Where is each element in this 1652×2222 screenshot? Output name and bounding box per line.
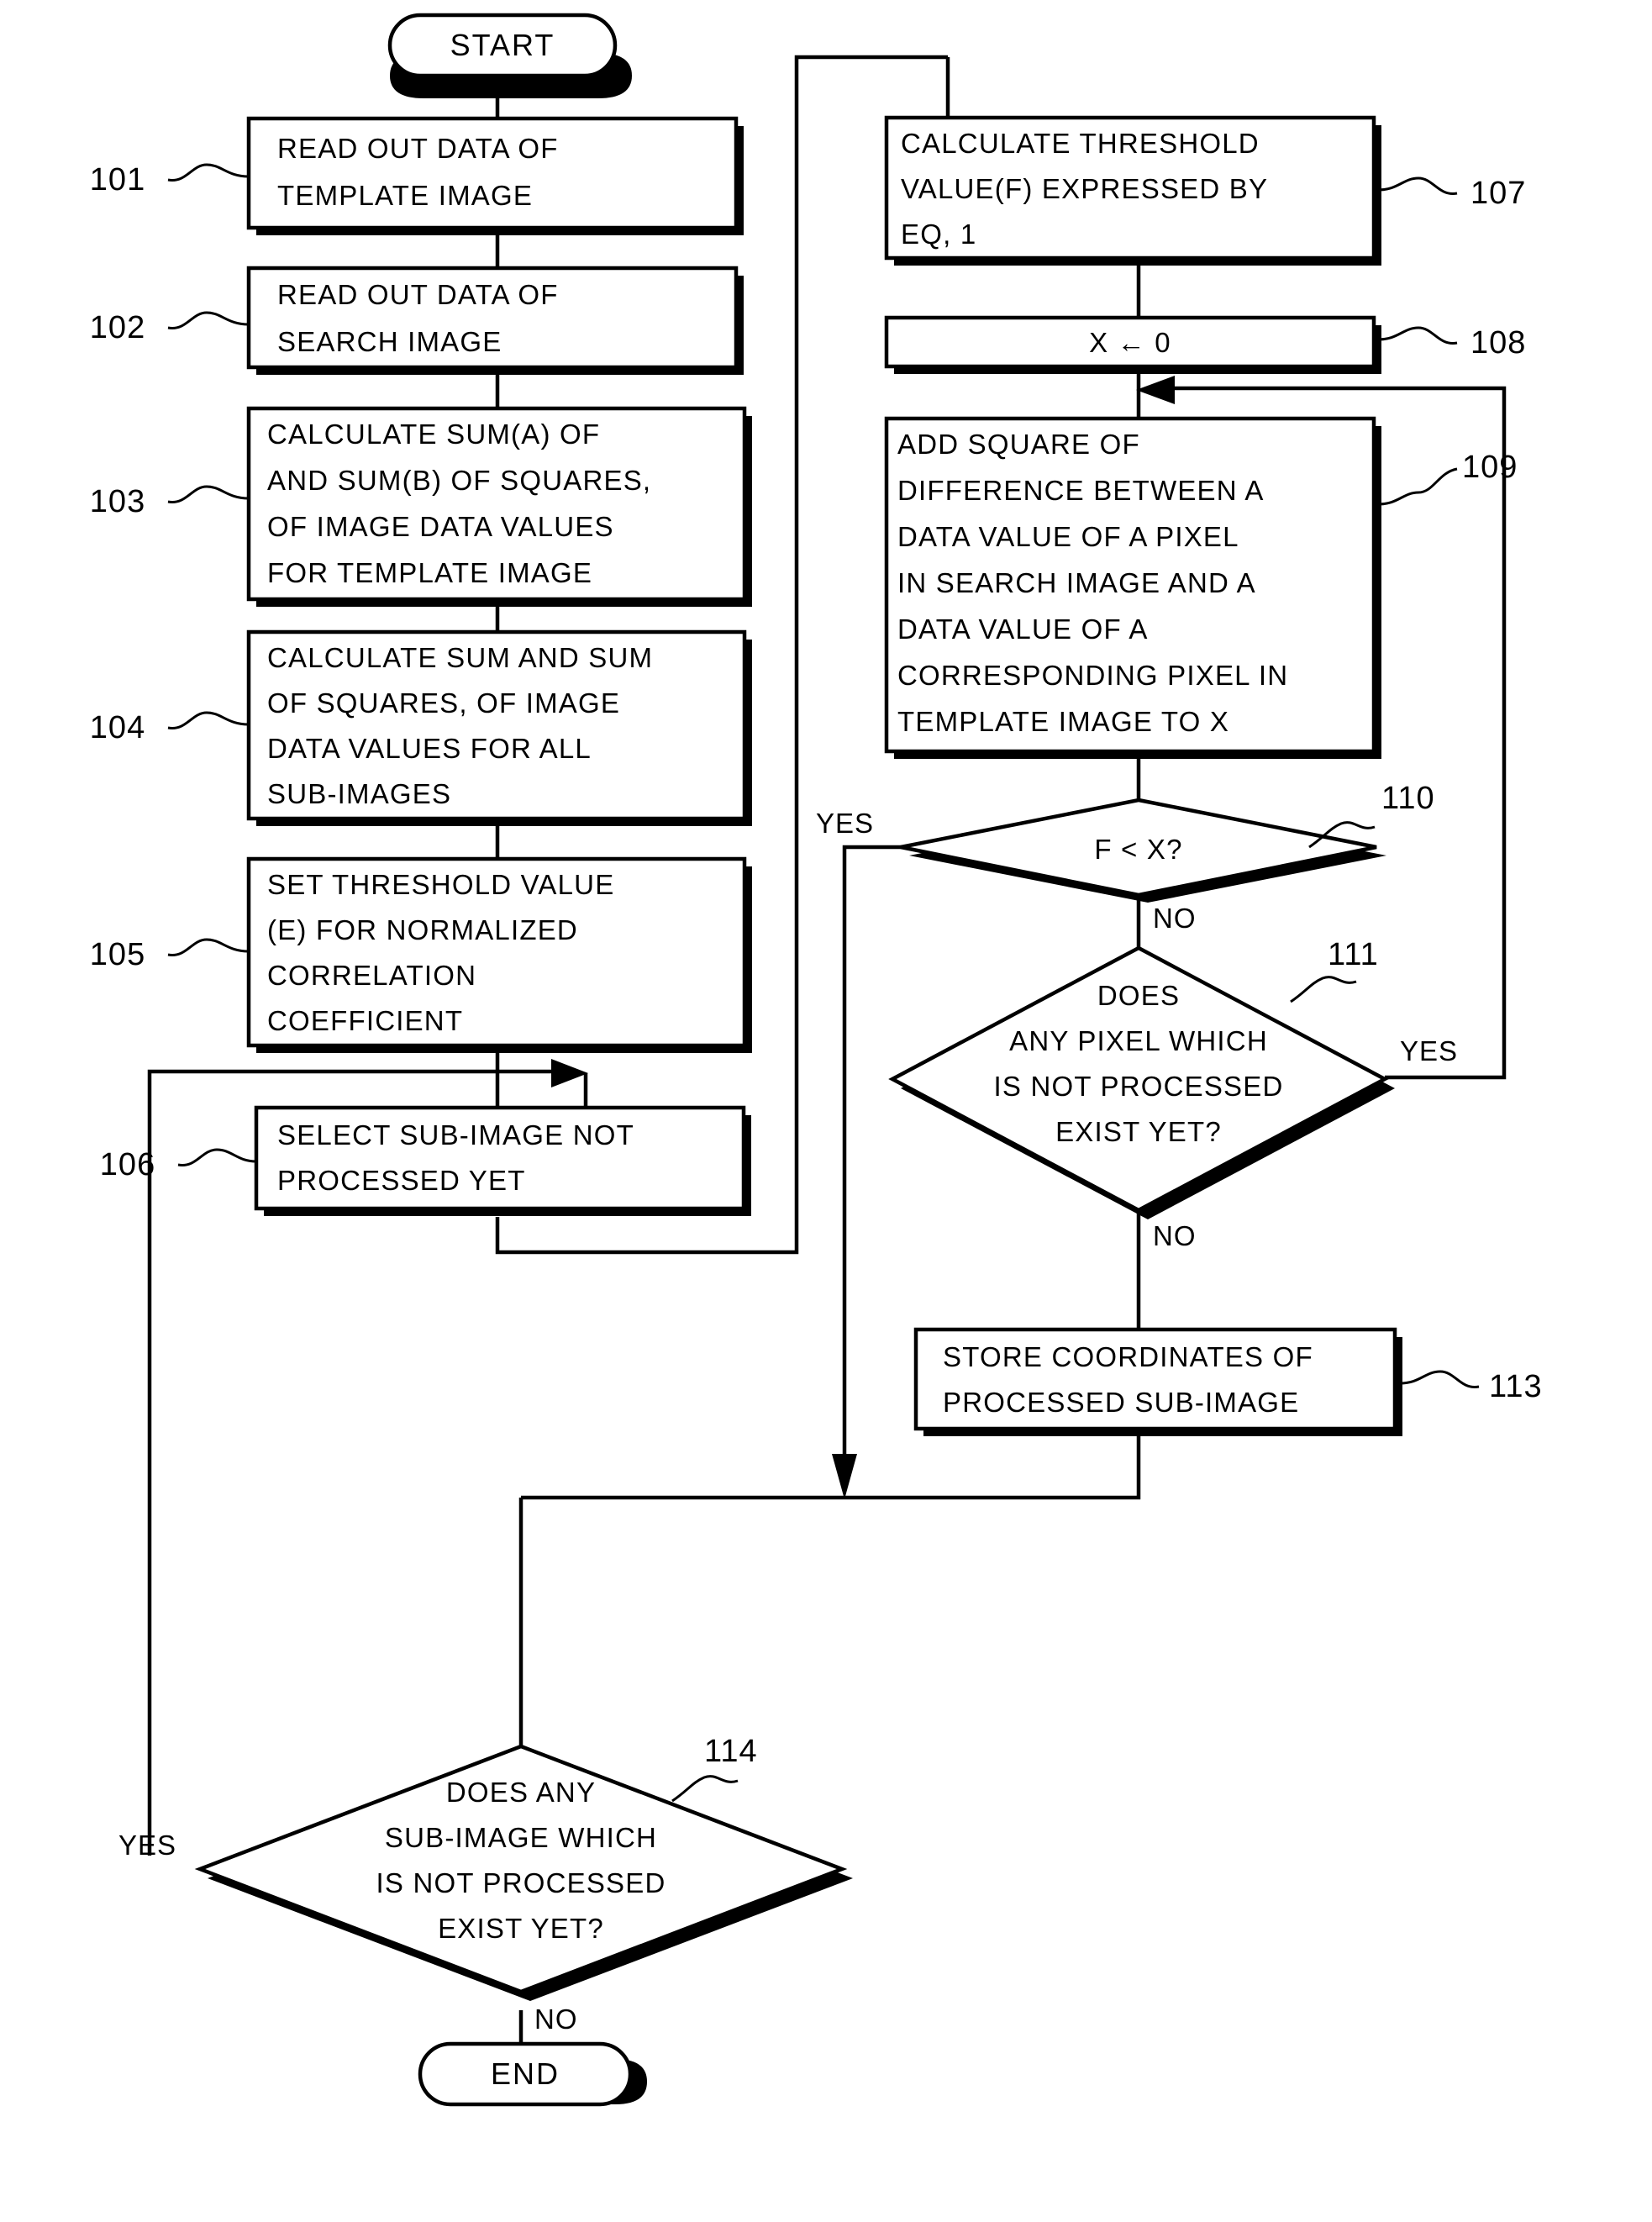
node-113: STORE COORDINATES OF PROCESSED SUB-IMAGE… <box>913 1327 1543 1436</box>
node-107-line-2: EQ, 1 <box>901 219 976 250</box>
node-111-no-label: NO <box>1153 1220 1197 1251</box>
node-114: DOES ANY SUB-IMAGE WHICH IS NOT PROCESSE… <box>118 1734 853 2035</box>
node-104-line-1: OF SQUARES, OF IMAGE <box>267 687 620 719</box>
node-105: SET THRESHOLD VALUE (E) FOR NORMALIZED C… <box>90 856 752 1053</box>
node-110-no-label: NO <box>1153 903 1197 934</box>
node-107-ref: 107 <box>1470 176 1526 211</box>
flowchart-canvas: START READ OUT DATA OF TEMPLATE IMAGE 10… <box>90 13 1543 2107</box>
node-101-line-0: READ OUT DATA OF <box>277 133 559 164</box>
node-106-line-1: PROCESSED YET <box>277 1165 526 1196</box>
node-114-line-1: SUB-IMAGE WHICH <box>385 1822 657 1853</box>
node-113-ref: 113 <box>1489 1369 1543 1404</box>
node-110: F < X? 110 YES NO <box>816 781 1435 934</box>
node-101-line-1: TEMPLATE IMAGE <box>277 180 533 211</box>
node-109-line-2: DATA VALUE OF A PIXEL <box>897 521 1239 552</box>
node-109-ref: 109 <box>1462 450 1518 485</box>
node-103-line-0: CALCULATE SUM(A) OF <box>267 419 600 450</box>
node-104-line-3: SUB-IMAGES <box>267 778 451 809</box>
node-101: READ OUT DATA OF TEMPLATE IMAGE 101 <box>90 116 744 235</box>
node-103-line-3: FOR TEMPLATE IMAGE <box>267 557 592 588</box>
node-109: ADD SQUARE OF DIFFERENCE BETWEEN A DATA … <box>884 416 1518 759</box>
node-103: CALCULATE SUM(A) OF AND SUM(B) OF SQUARE… <box>90 406 752 607</box>
node-102-ref: 102 <box>90 310 145 345</box>
node-111-yes-label: YES <box>1400 1035 1458 1066</box>
node-114-line-0: DOES ANY <box>446 1777 596 1808</box>
node-114-line-2: IS NOT PROCESSED <box>376 1867 666 1898</box>
node-111-line-1: ANY PIXEL WHICH <box>1009 1025 1268 1056</box>
node-103-ref: 103 <box>90 484 145 519</box>
node-106-ref: 106 <box>100 1147 155 1182</box>
node-110-yes-label: YES <box>816 808 874 839</box>
node-107-line-1: VALUE(F) EXPRESSED BY <box>901 173 1268 204</box>
node-109-line-6: TEMPLATE IMAGE TO X <box>897 706 1229 737</box>
node-110-line-0: F < X? <box>1094 834 1182 865</box>
node-104: CALCULATE SUM AND SUM OF SQUARES, OF IMA… <box>90 629 752 826</box>
node-109-line-3: IN SEARCH IMAGE AND A <box>897 567 1256 598</box>
node-105-line-0: SET THRESHOLD VALUE <box>267 869 614 900</box>
node-103-line-2: OF IMAGE DATA VALUES <box>267 511 614 542</box>
node-102: READ OUT DATA OF SEARCH IMAGE 102 <box>90 266 744 375</box>
node-107-line-0: CALCULATE THRESHOLD <box>901 128 1260 159</box>
node-109-line-0: ADD SQUARE OF <box>897 429 1140 460</box>
node-107: CALCULATE THRESHOLD VALUE(F) EXPRESSED B… <box>884 115 1526 266</box>
node-101-ref: 101 <box>90 162 145 197</box>
node-114-ref: 114 <box>704 1734 758 1769</box>
node-109-line-5: CORRESPONDING PIXEL IN <box>897 660 1288 691</box>
node-110-ref: 110 <box>1381 781 1435 816</box>
node-106: SELECT SUB-IMAGE NOT PROCESSED YET 106 <box>100 1105 751 1216</box>
start-label: START <box>450 28 555 62</box>
node-108: X ← 0 108 <box>884 315 1526 374</box>
node-111-ref: 111 <box>1328 937 1379 972</box>
node-102-line-0: READ OUT DATA OF <box>277 279 559 310</box>
node-108-ref: 108 <box>1470 325 1526 361</box>
flowchart-page: START READ OUT DATA OF TEMPLATE IMAGE 10… <box>0 0 1652 2222</box>
connector-113-to-join <box>521 1429 1141 1500</box>
arrowhead-into-109 <box>1136 376 1175 404</box>
node-105-line-1: (E) FOR NORMALIZED <box>267 914 578 945</box>
node-114-no-label: NO <box>534 2003 578 2035</box>
node-start: START <box>387 13 632 98</box>
node-104-ref: 104 <box>90 710 145 745</box>
node-109-line-4: DATA VALUE OF A <box>897 613 1149 645</box>
node-105-line-2: CORRELATION <box>267 960 476 991</box>
node-114-yes-label: YES <box>118 1830 176 1861</box>
arrowhead-into-106 <box>551 1059 588 1087</box>
node-114-line-3: EXIST YET? <box>438 1913 604 1944</box>
node-104-line-2: DATA VALUES FOR ALL <box>267 733 592 764</box>
node-111: DOES ANY PIXEL WHICH IS NOT PROCESSED EX… <box>888 937 1458 1251</box>
arrowhead-join-line <box>832 1454 857 1499</box>
node-105-line-3: COEFFICIENT <box>267 1005 463 1036</box>
node-106-line-0: SELECT SUB-IMAGE NOT <box>277 1119 634 1150</box>
node-102-line-1: SEARCH IMAGE <box>277 326 502 357</box>
node-111-line-0: DOES <box>1097 980 1180 1011</box>
node-103-line-1: AND SUM(B) OF SQUARES, <box>267 465 651 496</box>
node-105-ref: 105 <box>90 937 145 972</box>
node-111-line-2: IS NOT PROCESSED <box>994 1071 1284 1102</box>
node-end: END <box>418 2041 647 2107</box>
node-111-line-3: EXIST YET? <box>1055 1116 1222 1147</box>
node-113-line-0: STORE COORDINATES OF <box>943 1341 1313 1372</box>
end-label: END <box>491 2056 560 2091</box>
node-108-line-0: X ← 0 <box>1089 327 1171 358</box>
node-104-line-0: CALCULATE SUM AND SUM <box>267 642 653 673</box>
node-113-line-1: PROCESSED SUB-IMAGE <box>943 1387 1299 1418</box>
node-109-line-1: DIFFERENCE BETWEEN A <box>897 475 1265 506</box>
